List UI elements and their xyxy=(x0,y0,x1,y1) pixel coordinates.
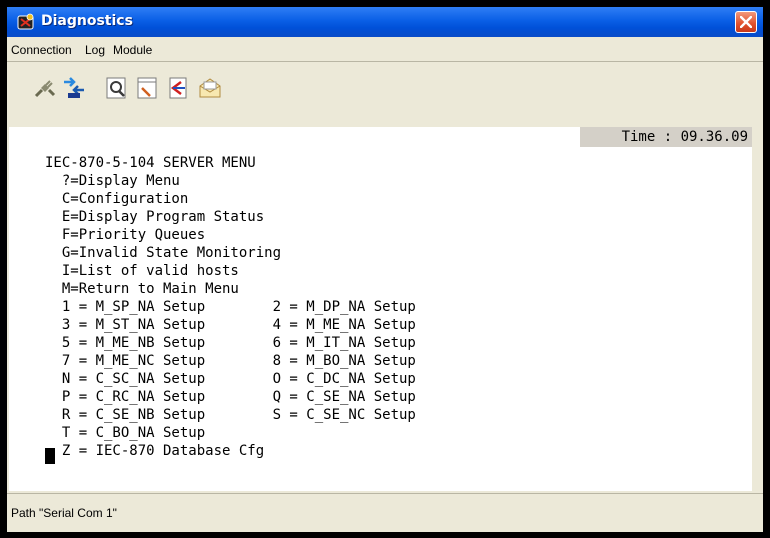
search-button[interactable] xyxy=(103,74,131,102)
terminal-lines: IEC-870-5-104 SERVER MENU ?=Display Menu… xyxy=(45,154,416,460)
disconnect-plug-icon xyxy=(34,80,56,98)
status-path: Path "Serial Com 1" xyxy=(11,506,117,520)
time-display: Time : 09.36.09 xyxy=(580,127,752,147)
text-cursor xyxy=(45,448,55,464)
menu-module[interactable]: Module xyxy=(113,43,152,57)
menu-connection[interactable]: Connection xyxy=(11,43,72,57)
terminal-output[interactable]: Time : 09.36.09 IEC-870-5-104 SERVER MEN… xyxy=(9,127,752,491)
connect-arrows-icon xyxy=(64,77,84,98)
terminal-line: 3 = M_ST_NA Setup 4 = M_ME_NA Setup xyxy=(45,317,416,333)
terminal-line: 1 = M_SP_NA Setup 2 = M_DP_NA Setup xyxy=(45,299,416,315)
menu-bar: Connection Log Module xyxy=(7,37,763,62)
terminal-line: G=Invalid State Monitoring xyxy=(45,245,282,261)
terminal-line: T = C_BO_NA Setup xyxy=(45,425,206,441)
magnifier-page-icon xyxy=(106,77,126,99)
terminal-line: Z = IEC-870 Database Cfg xyxy=(45,443,265,459)
terminal-line: IEC-870-5-104 SERVER MENU xyxy=(45,155,256,171)
terminal-line: ?=Display Menu xyxy=(45,173,180,189)
terminal-line: I=List of valid hosts xyxy=(45,263,239,279)
transfer-button[interactable] xyxy=(164,74,192,102)
mail-button[interactable] xyxy=(196,74,224,102)
diagnostics-window: Diagnostics Connection Log Module Time:… xyxy=(0,0,770,538)
terminal-line: R = C_SE_NB Setup S = C_SE_NC Setup xyxy=(45,407,416,423)
terminal-line: 7 = M_ME_NC Setup 8 = M_BO_NA Setup xyxy=(45,353,416,369)
terminal-line: E=Display Program Status xyxy=(45,209,265,225)
title-bar[interactable]: Diagnostics xyxy=(7,7,763,37)
window-title: Diagnostics xyxy=(41,13,133,29)
transfer-page-icon xyxy=(169,77,187,99)
terminal-line: M=Return to Main Menu xyxy=(45,281,239,297)
edit-button[interactable] xyxy=(134,74,162,102)
disconnect-button[interactable] xyxy=(31,74,59,102)
connect-button[interactable] xyxy=(60,74,88,102)
status-bar: Path "Serial Com 1" xyxy=(7,493,763,532)
close-button[interactable] xyxy=(735,11,757,33)
terminal-line: 5 = M_ME_NB Setup 6 = M_IT_NA Setup xyxy=(45,335,416,351)
terminal-line: P = C_RC_NA Setup Q = C_SE_NA Setup xyxy=(45,389,416,405)
close-icon xyxy=(740,16,752,28)
terminal-line: F=Priority Queues xyxy=(45,227,206,243)
envelope-icon xyxy=(199,78,221,98)
client-area: Connection Log Module Time: 09.36.09 IE… xyxy=(7,37,763,532)
app-icon xyxy=(17,13,35,31)
terminal-line: N = C_SC_NA Setup O = C_DC_NA Setup xyxy=(45,371,416,387)
toolbar xyxy=(7,62,763,116)
terminal-line: C=Configuration xyxy=(45,191,189,207)
edit-page-icon xyxy=(137,77,157,99)
menu-log[interactable]: Log xyxy=(85,43,105,57)
time-text: Time : 09.36.09 xyxy=(621,129,748,145)
